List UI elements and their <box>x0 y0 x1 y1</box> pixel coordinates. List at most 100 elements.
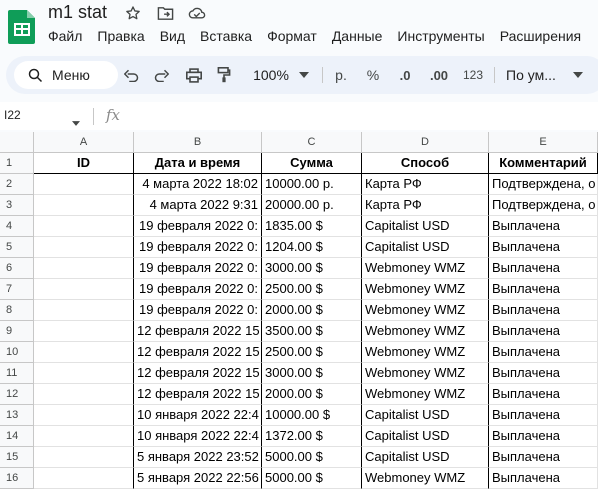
cell-comment[interactable]: Выплачена <box>489 237 598 258</box>
cloud-status-icon[interactable] <box>188 4 206 22</box>
column-header-c[interactable]: C <box>262 132 362 153</box>
currency-format-button[interactable]: р. <box>332 65 350 85</box>
cell-method[interactable]: Capitalist USD <box>362 216 489 237</box>
row-header[interactable]: 3 <box>0 195 34 216</box>
column-header-e[interactable]: E <box>489 132 598 153</box>
cell-amount[interactable]: 3500.00 $ <box>262 321 362 342</box>
cell-id[interactable] <box>34 216 134 237</box>
cell-amount[interactable]: 1372.00 $ <box>262 426 362 447</box>
undo-icon[interactable] <box>122 65 140 85</box>
cell-amount[interactable]: 10000.00 р. <box>262 174 362 195</box>
name-box[interactable]: I22 <box>4 108 21 122</box>
cell-id[interactable] <box>34 363 134 384</box>
cell-datetime[interactable]: 5 января 2022 22:56 <box>134 468 262 489</box>
cell-method[interactable]: Webmoney WMZ <box>362 258 489 279</box>
cell-id[interactable] <box>34 300 134 321</box>
cell-method[interactable]: Capitalist USD <box>362 237 489 258</box>
row-header[interactable]: 1 <box>0 153 34 174</box>
cell-amount[interactable]: 2000.00 $ <box>262 384 362 405</box>
header-cell-id[interactable]: ID <box>34 153 134 174</box>
row-header[interactable]: 9 <box>0 321 34 342</box>
select-all-corner[interactable] <box>0 132 34 153</box>
cell-comment[interactable]: Выплачена <box>489 321 598 342</box>
menu-file[interactable]: Файл <box>48 28 82 44</box>
cell-comment[interactable]: Выплачена <box>489 216 598 237</box>
cell-amount[interactable]: 1204.00 $ <box>262 237 362 258</box>
number-format-button[interactable]: 123 <box>462 65 484 85</box>
cell-id[interactable] <box>34 258 134 279</box>
cell-amount[interactable]: 1835.00 $ <box>262 216 362 237</box>
cell-comment[interactable]: Выплачена <box>489 363 598 384</box>
cell-datetime[interactable]: 12 февраля 2022 15 <box>134 363 262 384</box>
cell-comment[interactable]: Подтверждена, о <box>489 174 598 195</box>
cell-id[interactable] <box>34 426 134 447</box>
cell-comment[interactable]: Выплачена <box>489 447 598 468</box>
column-header-d[interactable]: D <box>362 132 489 153</box>
font-chevron-down-icon[interactable] <box>572 65 584 85</box>
cell-id[interactable] <box>34 237 134 258</box>
cell-method[interactable]: Webmoney WMZ <box>362 363 489 384</box>
row-header[interactable]: 10 <box>0 342 34 363</box>
cell-method[interactable]: Webmoney WMZ <box>362 342 489 363</box>
font-select[interactable]: По ум... <box>506 65 566 85</box>
cell-method[interactable]: Webmoney WMZ <box>362 468 489 489</box>
cell-datetime[interactable]: 19 февраля 2022 0: <box>134 279 262 300</box>
menu-search[interactable]: Меню <box>14 61 118 89</box>
print-icon[interactable] <box>185 65 203 85</box>
row-header[interactable]: 14 <box>0 426 34 447</box>
cell-method[interactable]: Capitalist USD <box>362 426 489 447</box>
cell-comment[interactable]: Выплачена <box>489 405 598 426</box>
star-icon[interactable] <box>124 4 142 22</box>
cell-datetime[interactable]: 19 февраля 2022 0: <box>134 258 262 279</box>
cell-datetime[interactable]: 12 февраля 2022 15 <box>134 321 262 342</box>
sheets-logo-icon[interactable] <box>8 8 36 44</box>
cell-method[interactable]: Карта РФ <box>362 174 489 195</box>
row-header[interactable]: 12 <box>0 384 34 405</box>
zoom-select[interactable]: 100% <box>246 65 296 85</box>
paint-format-icon[interactable] <box>215 65 233 85</box>
cell-comment[interactable]: Выплачена <box>489 342 598 363</box>
cell-datetime[interactable]: 19 февраля 2022 0: <box>134 237 262 258</box>
spreadsheet-grid[interactable]: A B C D E 1 2 3 4 5 6 7 8 9 10 11 12 13 14 15 16 ID Дата и вре… <box>0 132 598 494</box>
row-header[interactable]: 15 <box>0 447 34 468</box>
cell-id[interactable] <box>34 405 134 426</box>
column-header-a[interactable]: A <box>34 132 134 153</box>
cell-datetime[interactable]: 5 января 2022 23:52 <box>134 447 262 468</box>
cell-comment[interactable]: Выплачена <box>489 279 598 300</box>
row-header[interactable]: 4 <box>0 216 34 237</box>
cell-datetime[interactable]: 10 января 2022 22:4 <box>134 426 262 447</box>
cell-amount[interactable]: 3000.00 $ <box>262 363 362 384</box>
cell-comment[interactable]: Подтверждена, о <box>489 195 598 216</box>
column-header-b[interactable]: B <box>134 132 262 153</box>
cell-method[interactable]: Webmoney WMZ <box>362 384 489 405</box>
cell-comment[interactable]: Выплачена <box>489 300 598 321</box>
cell-method[interactable]: Capitalist USD <box>362 405 489 426</box>
header-cell-comment[interactable]: Комментарий <box>489 153 598 174</box>
row-header[interactable]: 7 <box>0 279 34 300</box>
cell-datetime[interactable]: 4 марта 2022 9:31 <box>134 195 262 216</box>
cell-amount[interactable]: 5000.00 $ <box>262 468 362 489</box>
move-folder-icon[interactable] <box>156 4 174 22</box>
cell-method[interactable]: Webmoney WMZ <box>362 279 489 300</box>
name-box-chevron-down-icon[interactable] <box>72 113 80 131</box>
cell-id[interactable] <box>34 195 134 216</box>
cell-amount[interactable]: 20000.00 р. <box>262 195 362 216</box>
header-cell-datetime[interactable]: Дата и время <box>134 153 262 174</box>
cell-id[interactable] <box>34 468 134 489</box>
row-header[interactable]: 16 <box>0 468 34 489</box>
cell-id[interactable] <box>34 447 134 468</box>
zoom-chevron-down-icon[interactable] <box>298 65 310 85</box>
cell-method[interactable]: Webmoney WMZ <box>362 300 489 321</box>
cell-id[interactable] <box>34 174 134 195</box>
cell-amount[interactable]: 2500.00 $ <box>262 342 362 363</box>
increase-decimals-button[interactable]: .00 <box>426 65 452 85</box>
cell-comment[interactable]: Выплачена <box>489 426 598 447</box>
menu-format[interactable]: Формат <box>267 28 317 44</box>
cell-id[interactable] <box>34 342 134 363</box>
cell-comment[interactable]: Выплачена <box>489 258 598 279</box>
cell-method[interactable]: Webmoney WMZ <box>362 321 489 342</box>
cell-amount[interactable]: 10000.00 $ <box>262 405 362 426</box>
cell-method[interactable]: Карта РФ <box>362 195 489 216</box>
menu-view[interactable]: Вид <box>160 28 185 44</box>
row-header[interactable]: 6 <box>0 258 34 279</box>
